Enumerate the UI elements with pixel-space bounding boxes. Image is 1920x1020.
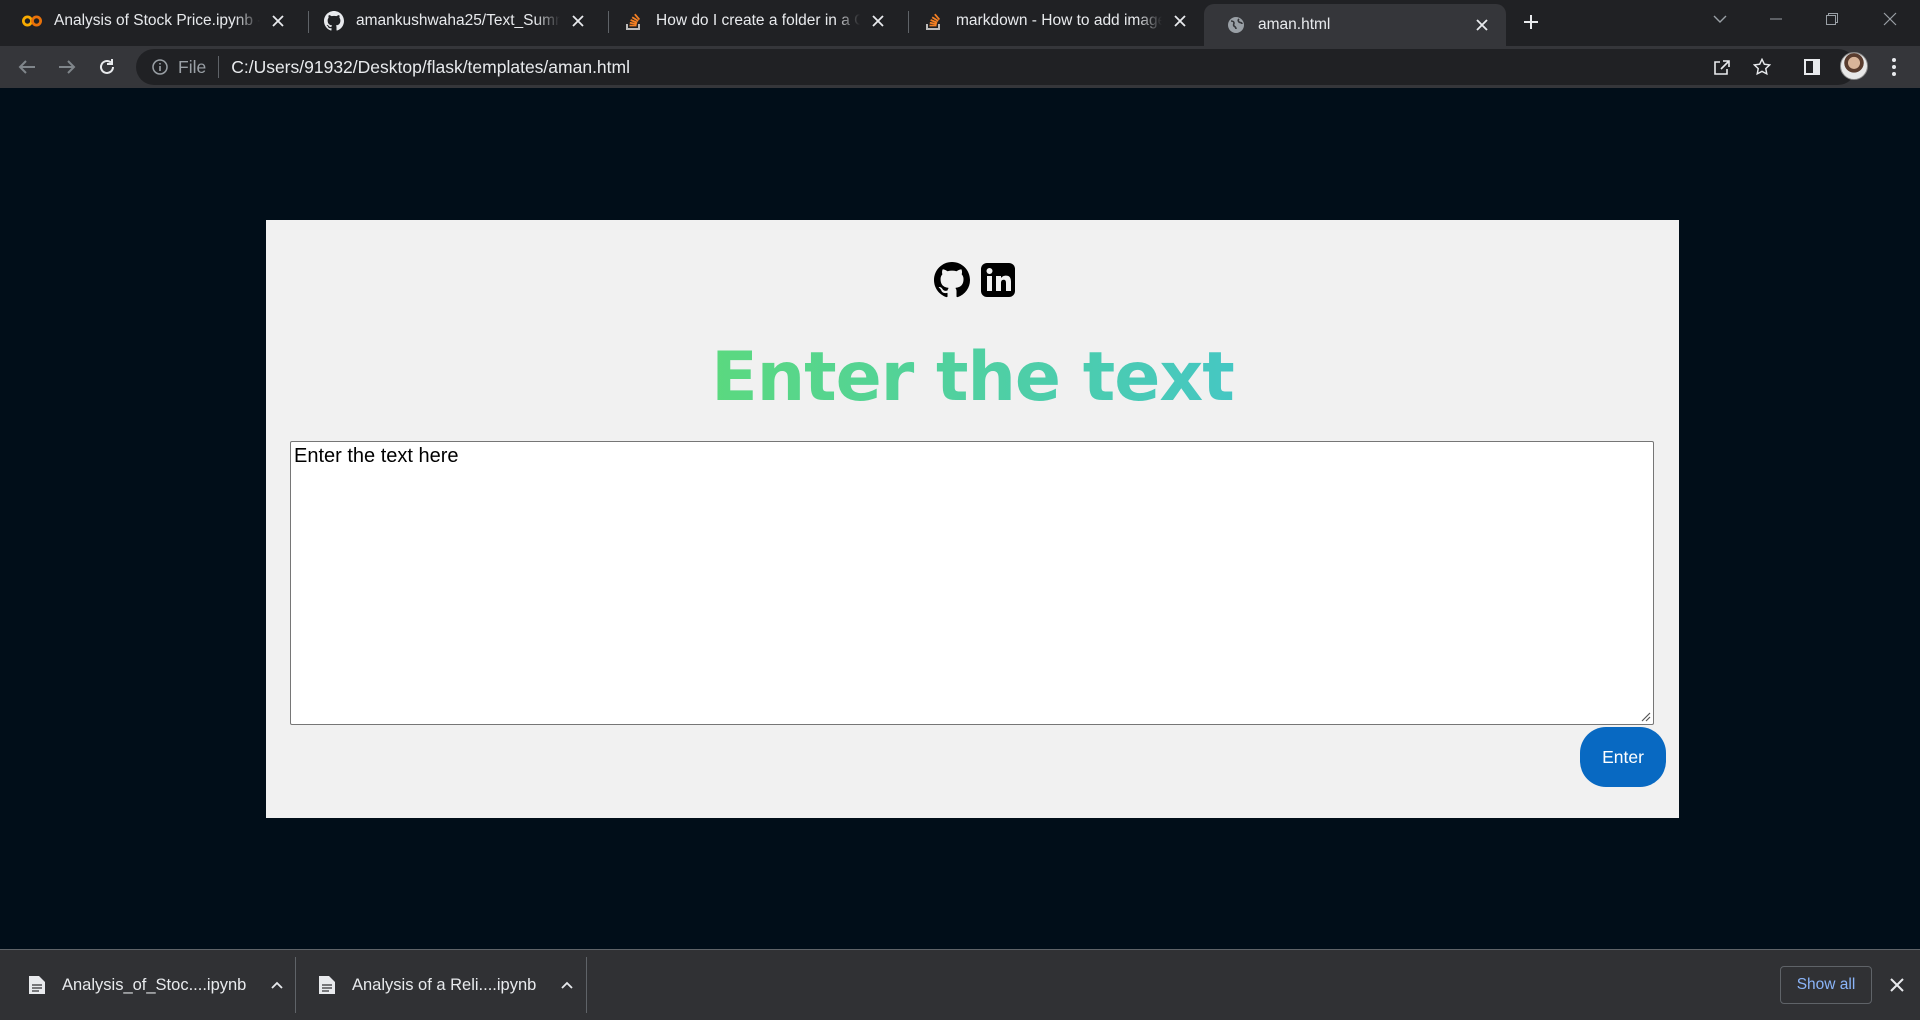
- download-filename: Analysis_of_Stoc....ipynb: [62, 975, 247, 994]
- linkedin-icon[interactable]: [979, 261, 1017, 299]
- github-icon[interactable]: [933, 261, 971, 299]
- download-bar: Analysis_of_Stoc....ipynb Analysis of a …: [0, 949, 1920, 1020]
- social-links: [266, 261, 1679, 299]
- chevron-up-icon[interactable]: [268, 976, 286, 994]
- stackoverflow-icon: [924, 11, 944, 31]
- tab-title: amankushwaha25/Text_Summarization: [356, 12, 560, 29]
- tab-github[interactable]: amankushwaha25/Text_Summarization: [302, 0, 602, 42]
- download-filename: Analysis of a Reli....ipynb: [352, 975, 537, 994]
- stackoverflow-icon: [624, 11, 644, 31]
- download-item[interactable]: Analysis_of_Stoc....ipynb: [28, 950, 286, 1020]
- close-window-icon[interactable]: [1862, 0, 1918, 38]
- chevron-up-icon[interactable]: [558, 976, 576, 994]
- back-icon[interactable]: [10, 50, 44, 84]
- tab-stackoverflow-folder[interactable]: How do I create a folder in a GitHub rep…: [602, 0, 902, 42]
- restore-icon[interactable]: [1804, 0, 1860, 38]
- page-title: Enter the text: [266, 338, 1679, 417]
- tab-strip: Analysis of Stock Price.ipynb - Colabora…: [0, 0, 1920, 46]
- download-item[interactable]: Analysis of a Reli....ipynb: [318, 950, 576, 1020]
- new-tab-button[interactable]: [1517, 8, 1545, 36]
- tab-aman-html[interactable]: aman.html: [1204, 4, 1506, 46]
- avatar[interactable]: [1840, 52, 1868, 80]
- side-panel-icon[interactable]: [1795, 50, 1829, 84]
- colab-icon: [22, 11, 42, 31]
- address-bar[interactable]: File C:/Users/91932/Desktop/flask/templa…: [136, 49, 1856, 85]
- show-all-button[interactable]: Show all: [1780, 966, 1872, 1004]
- info-icon[interactable]: [150, 57, 170, 77]
- close-icon[interactable]: [568, 11, 588, 31]
- minimize-icon[interactable]: [1748, 0, 1804, 38]
- tab-colab[interactable]: Analysis of Stock Price.ipynb - Colabora…: [0, 0, 302, 42]
- tab-search-icon[interactable]: [1692, 0, 1748, 38]
- share-icon[interactable]: [1705, 50, 1739, 84]
- bookmark-star-icon[interactable]: [1745, 50, 1779, 84]
- reload-icon[interactable]: [90, 50, 124, 84]
- resize-handle-icon[interactable]: [1639, 710, 1651, 722]
- close-icon[interactable]: [1170, 11, 1190, 31]
- close-icon[interactable]: [268, 11, 288, 31]
- enter-button[interactable]: Enter: [1580, 727, 1666, 787]
- content-card: Enter the text Enter: [266, 220, 1679, 818]
- forward-icon[interactable]: [50, 50, 84, 84]
- close-icon[interactable]: [1884, 972, 1910, 998]
- file-icon: [29, 976, 45, 994]
- github-icon: [324, 11, 344, 31]
- tab-title: aman.html: [1258, 16, 1331, 33]
- text-input[interactable]: [290, 441, 1654, 725]
- download-divider: [586, 957, 587, 1013]
- tab-stackoverflow-markdown[interactable]: markdown - How to add images to README: [902, 0, 1204, 42]
- tab-title: markdown - How to add images to README: [956, 12, 1162, 29]
- menu-icon[interactable]: [1877, 50, 1911, 84]
- browser-toolbar: File C:/Users/91932/Desktop/flask/templa…: [0, 46, 1920, 88]
- omnibox-divider: [218, 56, 220, 78]
- url-text: C:/Users/91932/Desktop/flask/templates/a…: [231, 56, 630, 77]
- close-icon[interactable]: [1472, 15, 1492, 35]
- page-title-text: Enter the text: [711, 338, 1234, 417]
- tab-title: How do I create a folder in a GitHub rep…: [656, 12, 860, 29]
- file-icon: [319, 976, 335, 994]
- url-scheme: File: [178, 56, 207, 77]
- close-icon[interactable]: [868, 11, 888, 31]
- globe-icon: [1226, 15, 1246, 35]
- download-divider: [295, 957, 296, 1013]
- tab-title: Analysis of Stock Price.ipynb - Colabora…: [54, 12, 260, 29]
